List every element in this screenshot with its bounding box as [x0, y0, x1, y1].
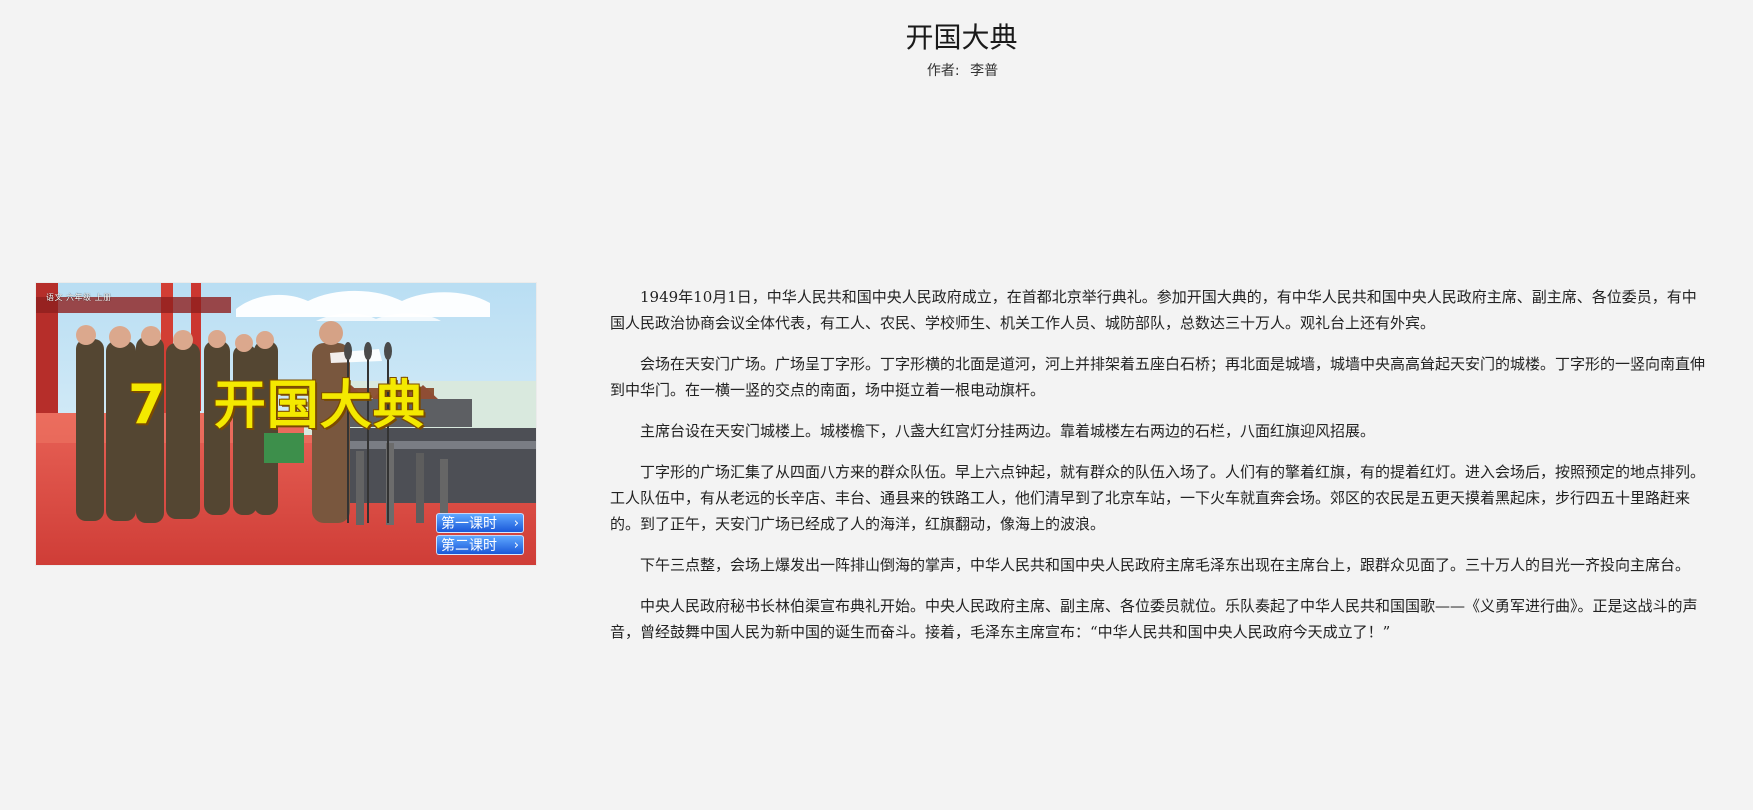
chevron-right-icon: › — [513, 538, 519, 553]
lesson-button-1[interactable]: 第一课时 › — [436, 513, 524, 533]
lesson-button-2-label: 第二课时 — [441, 538, 497, 554]
lesson-button-2[interactable]: 第二课时 › — [436, 535, 524, 555]
lesson-cover-image: 语文 六年级 上册 7 开国大典 第一课时 › 第二课时 › — [36, 283, 536, 565]
author-line: 作者: 李普 — [85, 60, 1753, 80]
paragraph-5: 下午三点整，会场上爆发出一阵排山倒海的掌声，中华人民共和国中央人民政府主席毛泽东… — [640, 556, 1691, 574]
chevron-right-icon: › — [513, 516, 519, 531]
author-name: 李普 — [970, 63, 999, 79]
cover-lesson-number: 7 — [128, 373, 167, 436]
cover-title: 7 开国大典 — [128, 373, 426, 437]
article-header: 开国大典 作者: 李普 — [0, 18, 1753, 80]
paragraph-1: 1949年10月1日，中华人民共和国中央人民政府成立，在首都北京举行典礼。参加开… — [610, 288, 1697, 332]
author-label: 作者: — [926, 63, 960, 79]
paragraph-3: 主席台设在天安门城楼上。城楼檐下，八盏大红宫灯分挂两边。靠着城楼左右两边的石栏，… — [640, 422, 1376, 440]
paragraph-4: 丁字形的广场汇集了从四面八方来的群众队伍。早上六点钟起，就有群众的队伍入场了。人… — [610, 463, 1706, 533]
cover-title-text: 开国大典 — [213, 376, 426, 436]
article-title: 开国大典 — [905, 21, 1018, 54]
lesson-button-1-label: 第一课时 — [441, 516, 497, 532]
paragraph-6: 中央人民政府秘书长林伯渠宣布典礼开始。中央人民政府主席、副主席、各位委员就位。乐… — [610, 597, 1698, 641]
article-content: 1949年10月1日，中华人民共和国中央人民政府成立，在首都北京举行典礼。参加开… — [610, 284, 1710, 660]
lesson-button-group: 第一课时 › 第二课时 › — [436, 513, 524, 559]
cover-top-text: 语文 六年级 上册 — [46, 293, 112, 302]
paragraph-2: 会场在天安门广场。广场呈丁字形。丁字形横的北面是道河，河上并排架着五座白石桥；再… — [610, 355, 1706, 399]
